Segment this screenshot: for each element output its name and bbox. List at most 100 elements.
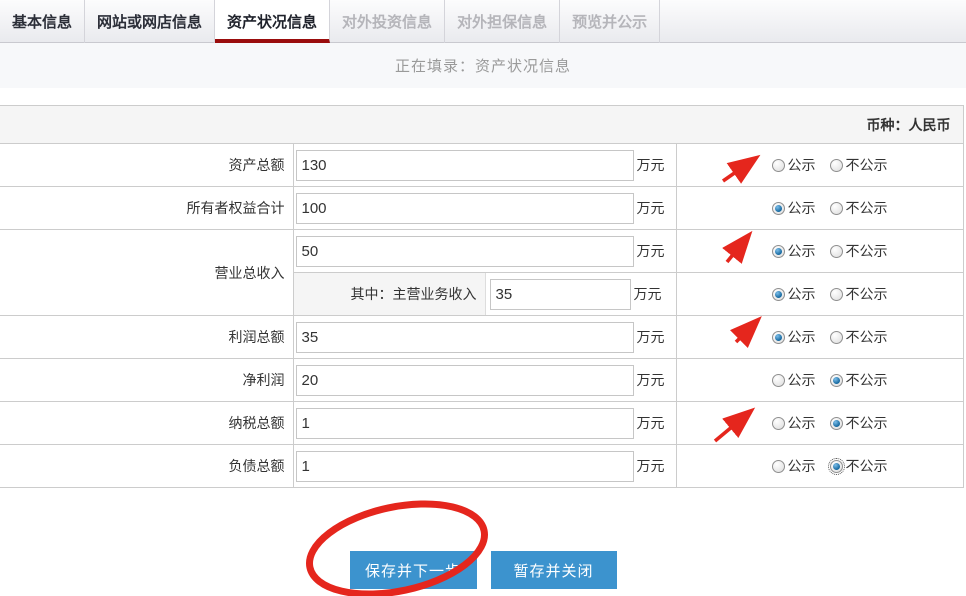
value-cell-inner: 万元: [294, 187, 676, 229]
value-cell-inner: 万元: [294, 316, 676, 358]
publish-yes-radio[interactable]: [772, 331, 785, 344]
value-input[interactable]: [296, 451, 634, 482]
value-input[interactable]: [296, 236, 634, 267]
publish-no-label: 不公示: [846, 241, 888, 261]
save-and-next-button[interactable]: 保存并下一步: [350, 551, 477, 589]
row-label-cell: 利润总额: [0, 316, 293, 359]
table-row: 利润总额万元 公示不公示: [0, 316, 963, 359]
table-row: 纳税总额 万元 公示不公示: [0, 402, 963, 445]
value-cell-inner: 万元: [294, 402, 676, 444]
row-label-cell: 净利润: [0, 359, 293, 402]
publish-no-option: 不公示: [830, 456, 888, 476]
row-label: 所有者权益合计: [187, 200, 285, 216]
value-cell: 万元: [293, 316, 676, 359]
unit-label: 万元: [634, 284, 662, 304]
publish-cell: 公示不公示: [676, 316, 963, 359]
row-label: 资产总额: [229, 157, 285, 173]
publish-yes-radio[interactable]: [772, 245, 785, 258]
row-label-cell: 资产总额: [0, 144, 293, 187]
publish-no-option: 不公示: [830, 155, 888, 175]
publish-yes-radio[interactable]: [772, 159, 785, 172]
publish-options: 公示 不公示: [772, 284, 963, 304]
publish-options: 公示不公示: [772, 327, 963, 347]
publish-no-radio[interactable]: [830, 460, 843, 473]
publish-yes-label: 公示: [788, 155, 816, 175]
value-input[interactable]: [296, 365, 634, 396]
publish-no-radio[interactable]: [830, 159, 843, 172]
table-row: 负债总额万元公示不公示: [0, 445, 963, 488]
publish-yes-radio[interactable]: [772, 202, 785, 215]
value-cell: 万元: [293, 187, 676, 230]
table-row: 资产总额万元公示不公示: [0, 144, 963, 187]
value-cell-inner: 万元: [294, 359, 676, 401]
publish-yes-label: 公示: [788, 327, 816, 347]
value-cell: 万元: [293, 359, 676, 402]
publish-yes-radio[interactable]: [772, 460, 785, 473]
publish-no-radio[interactable]: [830, 374, 843, 387]
publish-yes-option: 公示: [772, 155, 816, 175]
unit-label: 万元: [637, 413, 665, 433]
publish-yes-radio[interactable]: [772, 417, 785, 430]
publish-yes-radio[interactable]: [772, 288, 785, 301]
table-row: 所有者权益合计 万元 公示 不公示: [0, 187, 963, 230]
value-input[interactable]: [296, 322, 634, 353]
publish-no-option: 不公示: [830, 413, 888, 433]
publish-options: 公示不公示: [772, 241, 963, 261]
unit-label: 万元: [637, 456, 665, 476]
save-draft-and-close-button[interactable]: 暂存并关闭: [491, 551, 617, 589]
publish-yes-option: 公示: [772, 370, 816, 390]
tab-5: 对外担保信息: [445, 0, 560, 43]
publish-no-radio[interactable]: [830, 245, 843, 258]
publish-cell: 公示 不公示: [676, 187, 963, 230]
publish-options: 公示不公示: [772, 155, 963, 175]
publish-yes-label: 公示: [788, 370, 816, 390]
row-label: 净利润: [243, 372, 285, 388]
publish-no-radio[interactable]: [830, 288, 843, 301]
publish-no-label: 不公示: [846, 198, 888, 218]
publish-no-radio[interactable]: [830, 331, 843, 344]
tab-3[interactable]: 资产状况信息: [215, 0, 330, 43]
row-label: 营业总收入: [215, 265, 285, 281]
publish-no-label: 不公示: [846, 284, 888, 304]
publish-no-label: 不公示: [846, 456, 888, 476]
tab-2[interactable]: 网站或网店信息: [85, 0, 215, 43]
value-cell-inner: 万元: [294, 445, 676, 487]
tab-6: 预览并公示: [560, 0, 660, 43]
table-row: 营业总收入万元公示不公示: [0, 230, 963, 273]
value-cell: 其中：主营业务收入万元: [293, 273, 676, 316]
publish-yes-label: 公示: [788, 198, 816, 218]
publish-yes-label: 公示: [788, 284, 816, 304]
value-cell-inner: 万元: [294, 230, 676, 272]
row-label-cell: 所有者权益合计: [0, 187, 293, 230]
publish-options: 公示不公示: [772, 413, 963, 433]
value-input[interactable]: [296, 408, 634, 439]
publish-no-option: 不公示: [830, 241, 888, 261]
publish-no-radio[interactable]: [830, 202, 843, 215]
publish-yes-option: 公示: [772, 327, 816, 347]
value-input[interactable]: [296, 150, 634, 181]
unit-label: 万元: [637, 198, 665, 218]
value-input[interactable]: [296, 193, 634, 224]
row-label-cell: 纳税总额: [0, 402, 293, 445]
publish-yes-option: 公示: [772, 284, 816, 304]
value-cell: 万元: [293, 445, 676, 488]
tab-1[interactable]: 基本信息: [0, 0, 85, 43]
unit-label: 万元: [637, 241, 665, 261]
action-button-bar: 保存并下一步 暂存并关闭: [0, 551, 966, 589]
value-cell-inner: 其中：主营业务收入万元: [294, 273, 676, 315]
publish-cell: 公示不公示: [676, 402, 963, 445]
asset-status-table: 币种：人民币 资产总额万元公示不公示所有者权益合计万元公示不公示营业总收入万元公…: [0, 105, 964, 488]
value-input[interactable]: [490, 279, 631, 310]
tab-4: 对外投资信息: [330, 0, 445, 43]
publish-options: 公示 不公示: [772, 198, 963, 218]
publish-cell: 公示 不公示: [676, 445, 963, 488]
publish-yes-radio[interactable]: [772, 374, 785, 387]
publish-no-option: 不公示: [830, 284, 888, 304]
publish-cell: 公示 不公示: [676, 273, 963, 316]
publish-no-label: 不公示: [846, 413, 888, 433]
annual-report-form-page: 基本信息网站或网店信息资产状况信息对外投资信息对外担保信息预览并公示 正在填录：…: [0, 0, 966, 596]
publish-yes-label: 公示: [788, 456, 816, 476]
publish-no-radio[interactable]: [830, 417, 843, 430]
publish-no-label: 不公示: [846, 370, 888, 390]
publish-options: 公示 不公示: [772, 370, 963, 390]
